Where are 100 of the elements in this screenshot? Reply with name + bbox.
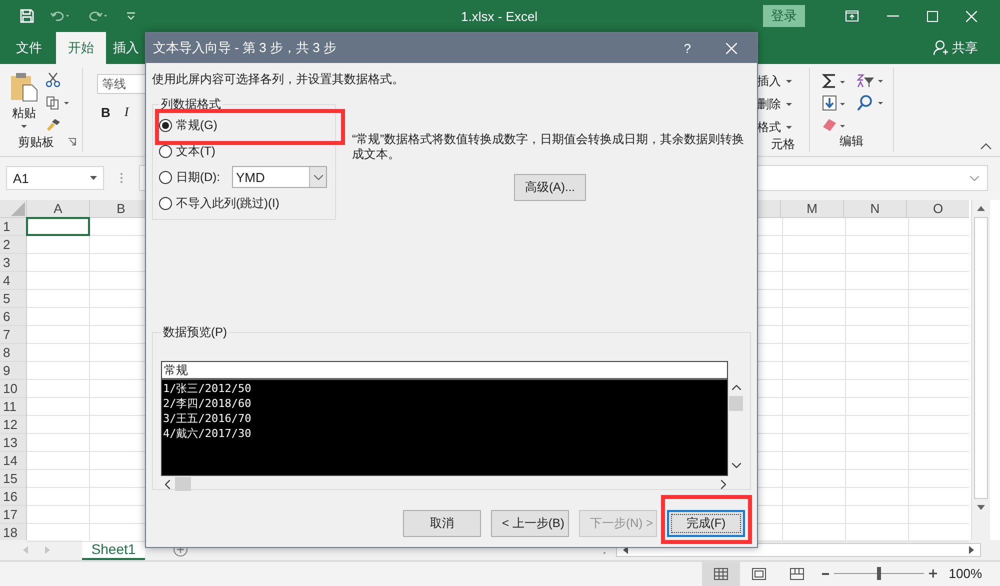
preview-column-header[interactable]: 常规 [162, 362, 727, 380]
save-icon[interactable] [20, 9, 34, 23]
cells-menu-button[interactable]: 插入 [757, 73, 809, 90]
ribbon-tab[interactable]: 插入 [107, 32, 145, 64]
row-header[interactable]: 14 [0, 452, 26, 470]
cells-menu-button[interactable]: 删除 [757, 96, 809, 113]
zoom-level: 100% [948, 566, 982, 582]
scrollbar-thumb[interactable] [729, 396, 743, 411]
selected-cell[interactable] [26, 216, 90, 236]
row-header[interactable]: 16 [0, 488, 26, 506]
paste-button[interactable]: 粘贴 [10, 68, 38, 132]
group-label: 元格 [770, 136, 796, 153]
normal-view-button[interactable] [702, 562, 740, 586]
preview-line: 1/张三/2012/50 [162, 381, 252, 396]
close-icon[interactable] [966, 10, 977, 22]
row-header[interactable]: 4 [0, 272, 26, 290]
date-format-dropdown[interactable]: YMD [232, 166, 327, 188]
ribbon-tab[interactable]: 文件 [10, 32, 48, 64]
zoom-slider-thumb[interactable] [876, 567, 881, 580]
radio-button[interactable] [159, 144, 172, 158]
row-header[interactable]: 12 [0, 416, 26, 434]
person-icon [933, 40, 949, 56]
fill-down-icon[interactable] [822, 95, 848, 111]
caret-icon [786, 103, 792, 106]
row-header[interactable]: 6 [0, 308, 26, 326]
sign-in-button[interactable]: 登录 [763, 5, 805, 27]
row-header[interactable]: 9 [0, 362, 26, 380]
help-button[interactable]: ? [684, 40, 691, 56]
italic-button[interactable]: I [124, 104, 129, 120]
cells-menu-button[interactable]: 格式 [757, 119, 809, 136]
preview-line: 2/李四/2018/60 [162, 396, 252, 411]
dialog-button[interactable]: 取消 [403, 510, 481, 537]
scissors-icon[interactable] [46, 72, 60, 88]
row-header[interactable]: 7 [0, 326, 26, 344]
handle-icon[interactable] [120, 172, 123, 184]
copy-icon[interactable] [46, 96, 70, 110]
instruction-text: 使用此屏内容可选择各列，并设置其数据格式。 [152, 71, 405, 88]
radio-option[interactable]: 文本(T) [159, 142, 216, 160]
radio-option[interactable]: 日期(D): [159, 168, 220, 186]
eraser-icon[interactable] [822, 117, 848, 133]
page-icon [752, 568, 766, 580]
launcher-icon[interactable] [68, 138, 76, 146]
minimize-icon[interactable] [887, 15, 899, 17]
caret-icon [21, 125, 27, 128]
sort-icon[interactable] [856, 73, 886, 89]
column-header[interactable]: A [27, 200, 90, 217]
dialog-button[interactable]: 完成(F) [667, 510, 745, 537]
row-header[interactable]: 5 [0, 290, 26, 308]
row-header[interactable]: 8 [0, 344, 26, 362]
group-title: 列数据格式 [160, 96, 222, 113]
zoom-in-icon[interactable] [928, 569, 937, 578]
clipboard-icon [10, 72, 38, 102]
radio-option[interactable]: 不导入此列(跳过)(I) [159, 194, 280, 212]
advanced-button[interactable]: 高级(A)... [514, 174, 586, 201]
bold-button[interactable]: B [101, 104, 110, 120]
sheet-tab[interactable]: Sheet1 [82, 540, 145, 560]
collapse-icon[interactable] [980, 143, 992, 150]
sum-icon[interactable] [822, 73, 848, 89]
radio-button[interactable] [159, 196, 172, 210]
group-title: 数据预览(P) [162, 324, 228, 341]
row-header[interactable]: 17 [0, 506, 26, 524]
group-label: 编辑 [840, 133, 864, 150]
radio-button[interactable] [159, 170, 172, 184]
caret-icon [786, 126, 792, 129]
share-button[interactable]: 共享 [933, 32, 978, 64]
caret-icon [786, 80, 792, 83]
row-header[interactable]: 15 [0, 470, 26, 488]
vertical-scrollbar[interactable] [971, 200, 990, 540]
row-header[interactable]: 10 [0, 380, 26, 398]
preview-line: 3/王五/2016/70 [162, 411, 252, 426]
row-header[interactable]: 11 [0, 398, 26, 416]
maximize-icon[interactable] [927, 10, 938, 22]
down-arrow-icon[interactable] [977, 504, 985, 510]
paintbrush-icon[interactable] [46, 118, 62, 132]
ribbon-display-icon[interactable] [845, 10, 859, 22]
column-header[interactable]: N [843, 200, 906, 217]
row-header[interactable]: 1 [0, 218, 26, 236]
row-header[interactable]: 2 [0, 236, 26, 254]
undo-icon[interactable] [50, 10, 72, 22]
row-header[interactable]: 13 [0, 434, 26, 452]
search-icon[interactable] [856, 95, 886, 111]
column-header[interactable]: M [780, 200, 843, 217]
row-header[interactable]: 3 [0, 254, 26, 272]
close-icon[interactable] [726, 42, 737, 54]
dialog-button[interactable]: < 上一步(B) [491, 510, 569, 537]
scrollbar-thumb[interactable] [175, 477, 191, 491]
ribbon-tab[interactable]: 开始 [56, 32, 106, 64]
right-arrow-icon[interactable] [969, 546, 974, 554]
zoom-out-icon[interactable] [822, 572, 830, 575]
column-header[interactable]: O [906, 200, 969, 217]
up-arrow-icon[interactable] [977, 206, 985, 211]
radio-option[interactable]: 常规(G) [159, 116, 218, 134]
expand-icon[interactable] [970, 176, 979, 181]
description-text: “常规”数据格式将数值转换成数字，日期值会转换成日期，其余数据则转换成文本。 [352, 132, 745, 162]
page-break-icon [790, 568, 804, 580]
redo-icon[interactable] [88, 10, 110, 22]
radio-button[interactable] [159, 118, 172, 132]
caret-icon [314, 174, 322, 180]
name-box[interactable]: A1 [6, 166, 104, 190]
customize-icon[interactable] [126, 12, 136, 20]
